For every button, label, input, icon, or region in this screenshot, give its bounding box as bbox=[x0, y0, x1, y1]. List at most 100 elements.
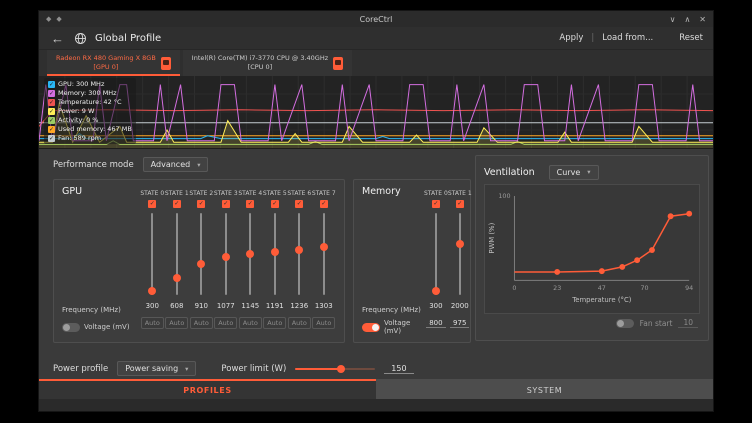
frequency-slider[interactable] bbox=[431, 210, 441, 298]
slider-thumb[interactable] bbox=[432, 287, 440, 295]
globe-icon bbox=[74, 32, 87, 45]
apply-button[interactable]: Apply bbox=[559, 33, 583, 43]
legend-item: ✓GPU: 300 MHz bbox=[48, 80, 132, 88]
fan-curve-editor[interactable]: 023477094100Temperature (°C)PWM (%) bbox=[484, 184, 700, 314]
frequency-value[interactable]: 300 bbox=[429, 298, 442, 314]
state-checkbox[interactable]: ✓ bbox=[173, 200, 181, 208]
reset-button[interactable]: Reset bbox=[679, 33, 703, 43]
state-checkbox[interactable]: ✓ bbox=[246, 200, 254, 208]
frequency-value[interactable]: 910 bbox=[195, 298, 208, 314]
state-checkbox[interactable]: ✓ bbox=[197, 200, 205, 208]
state-checkbox[interactable]: ✓ bbox=[320, 200, 328, 208]
tab-gpu-device[interactable]: Radeon RX 480 Gaming X 8GB [GPU 0] bbox=[47, 50, 180, 76]
frequency-slider[interactable] bbox=[294, 210, 304, 298]
cpu-tab-label: Intel(R) Core(TM) i7-3770 CPU @ 3.40GHz bbox=[192, 54, 328, 63]
state-checkbox[interactable]: ✓ bbox=[295, 200, 303, 208]
slider-thumb[interactable] bbox=[222, 253, 230, 261]
power-limit-slider[interactable] bbox=[295, 364, 375, 374]
power-limit-value[interactable]: 150 bbox=[384, 364, 413, 374]
bottom-tabbar: PROFILES SYSTEM bbox=[39, 379, 713, 399]
tab-system[interactable]: SYSTEM bbox=[376, 379, 713, 399]
frequency-value[interactable]: 1145 bbox=[241, 298, 259, 314]
frequency-value[interactable]: 1236 bbox=[290, 298, 308, 314]
legend-checkbox[interactable]: ✓ bbox=[48, 126, 55, 133]
frequency-slider[interactable] bbox=[196, 210, 206, 298]
legend-checkbox[interactable]: ✓ bbox=[48, 108, 55, 115]
state-checkbox[interactable]: ✓ bbox=[222, 200, 230, 208]
window-maximize-icon[interactable]: ∧ bbox=[684, 15, 690, 24]
voltage-value[interactable]: 800 bbox=[426, 319, 445, 328]
frequency-value[interactable]: 1303 bbox=[315, 298, 333, 314]
state-checkbox[interactable]: ✓ bbox=[271, 200, 279, 208]
slider-track bbox=[323, 213, 325, 295]
state-column: STATE 1✓2000975 bbox=[448, 186, 472, 336]
voltage-cell: 800 bbox=[426, 314, 445, 332]
memory-voltage-toggle[interactable] bbox=[362, 323, 380, 332]
tab-cpu-device[interactable]: Intel(R) Core(TM) i7-3770 CPU @ 3.40GHz … bbox=[183, 50, 352, 76]
monitoring-graph-canvas bbox=[39, 76, 713, 148]
state-checkbox-row: ✓ bbox=[271, 197, 279, 210]
load-from-button[interactable]: Load from... bbox=[602, 33, 653, 43]
state-label: STATE 1 bbox=[165, 186, 189, 197]
fan-start-row: Fan start 10 bbox=[484, 318, 700, 328]
state-checkbox[interactable]: ✓ bbox=[456, 200, 464, 208]
frequency-value[interactable]: 300 bbox=[146, 298, 159, 314]
state-checkbox[interactable]: ✓ bbox=[432, 200, 440, 208]
frequency-value[interactable]: 608 bbox=[170, 298, 183, 314]
slider-thumb[interactable] bbox=[173, 274, 181, 282]
legend-label: Power: 9 W bbox=[58, 107, 94, 115]
slider-thumb[interactable] bbox=[456, 240, 464, 248]
frequency-slider[interactable] bbox=[455, 210, 465, 298]
frequency-slider[interactable] bbox=[319, 210, 329, 298]
slider-thumb[interactable] bbox=[148, 287, 156, 295]
memory-frequency-label: Frequency (MHz) bbox=[362, 302, 424, 318]
performance-mode-label: Performance mode bbox=[53, 160, 134, 170]
slider-thumb[interactable] bbox=[197, 260, 205, 268]
slider-thumb[interactable] bbox=[246, 250, 254, 258]
slider-thumb[interactable] bbox=[271, 248, 279, 256]
legend-checkbox[interactable]: ✓ bbox=[48, 117, 55, 124]
slider-fill bbox=[295, 368, 341, 370]
frequency-value[interactable]: 1077 bbox=[217, 298, 235, 314]
close-icon[interactable]: ✕ bbox=[699, 15, 706, 24]
frequency-value[interactable]: 1191 bbox=[266, 298, 284, 314]
memory-states-panel: Memory Frequency (MHz) Voltage (mV) STAT… bbox=[353, 179, 471, 343]
performance-mode-select[interactable]: Advanced ▾ bbox=[143, 157, 209, 172]
legend-checkbox[interactable]: ✓ bbox=[48, 81, 55, 88]
tab-profiles[interactable]: PROFILES bbox=[39, 379, 376, 399]
legend-checkbox[interactable]: ✓ bbox=[48, 99, 55, 106]
frequency-slider[interactable] bbox=[270, 210, 280, 298]
power-profile-select[interactable]: Power saving ▾ bbox=[117, 361, 196, 376]
state-checkbox[interactable]: ✓ bbox=[148, 200, 156, 208]
voltage-value: Auto bbox=[312, 317, 335, 329]
state-column: STATE 0✓300Auto bbox=[140, 186, 165, 336]
window-menu-icon[interactable]: ◆ bbox=[46, 15, 51, 23]
state-checkbox-row: ✓ bbox=[456, 197, 464, 210]
state-label: STATE 0 bbox=[424, 186, 448, 197]
fan-start-value[interactable]: 10 bbox=[678, 318, 698, 328]
ventilation-mode-select[interactable]: Curve ▾ bbox=[549, 165, 599, 180]
pin-icon[interactable]: ◆ bbox=[56, 15, 61, 23]
slider-thumb[interactable] bbox=[337, 365, 345, 373]
fan-start-toggle[interactable] bbox=[616, 319, 634, 328]
window-shade-icon[interactable]: ∨ bbox=[670, 15, 676, 24]
voltage-value[interactable]: 975 bbox=[450, 319, 469, 328]
slider-thumb[interactable] bbox=[320, 243, 328, 251]
frequency-slider[interactable] bbox=[245, 210, 255, 298]
legend-checkbox[interactable]: ✓ bbox=[48, 135, 55, 142]
slider-thumb[interactable] bbox=[295, 246, 303, 254]
ventilation-mode-value: Curve bbox=[557, 168, 581, 177]
frequency-slider[interactable] bbox=[147, 210, 157, 298]
gpu-voltage-toggle[interactable] bbox=[62, 323, 80, 332]
voltage-cell: Auto bbox=[263, 314, 286, 332]
frequency-slider[interactable] bbox=[172, 210, 182, 298]
voltage-value: Auto bbox=[239, 317, 262, 329]
back-button[interactable]: ← bbox=[49, 32, 66, 45]
svg-text:47: 47 bbox=[598, 284, 606, 292]
frequency-slider[interactable] bbox=[221, 210, 231, 298]
state-label: STATE 7 bbox=[312, 186, 336, 197]
legend-checkbox[interactable]: ✓ bbox=[48, 90, 55, 97]
state-checkbox-row: ✓ bbox=[246, 197, 254, 210]
frequency-value[interactable]: 2000 bbox=[451, 298, 469, 314]
voltage-cell: Auto bbox=[214, 314, 237, 332]
